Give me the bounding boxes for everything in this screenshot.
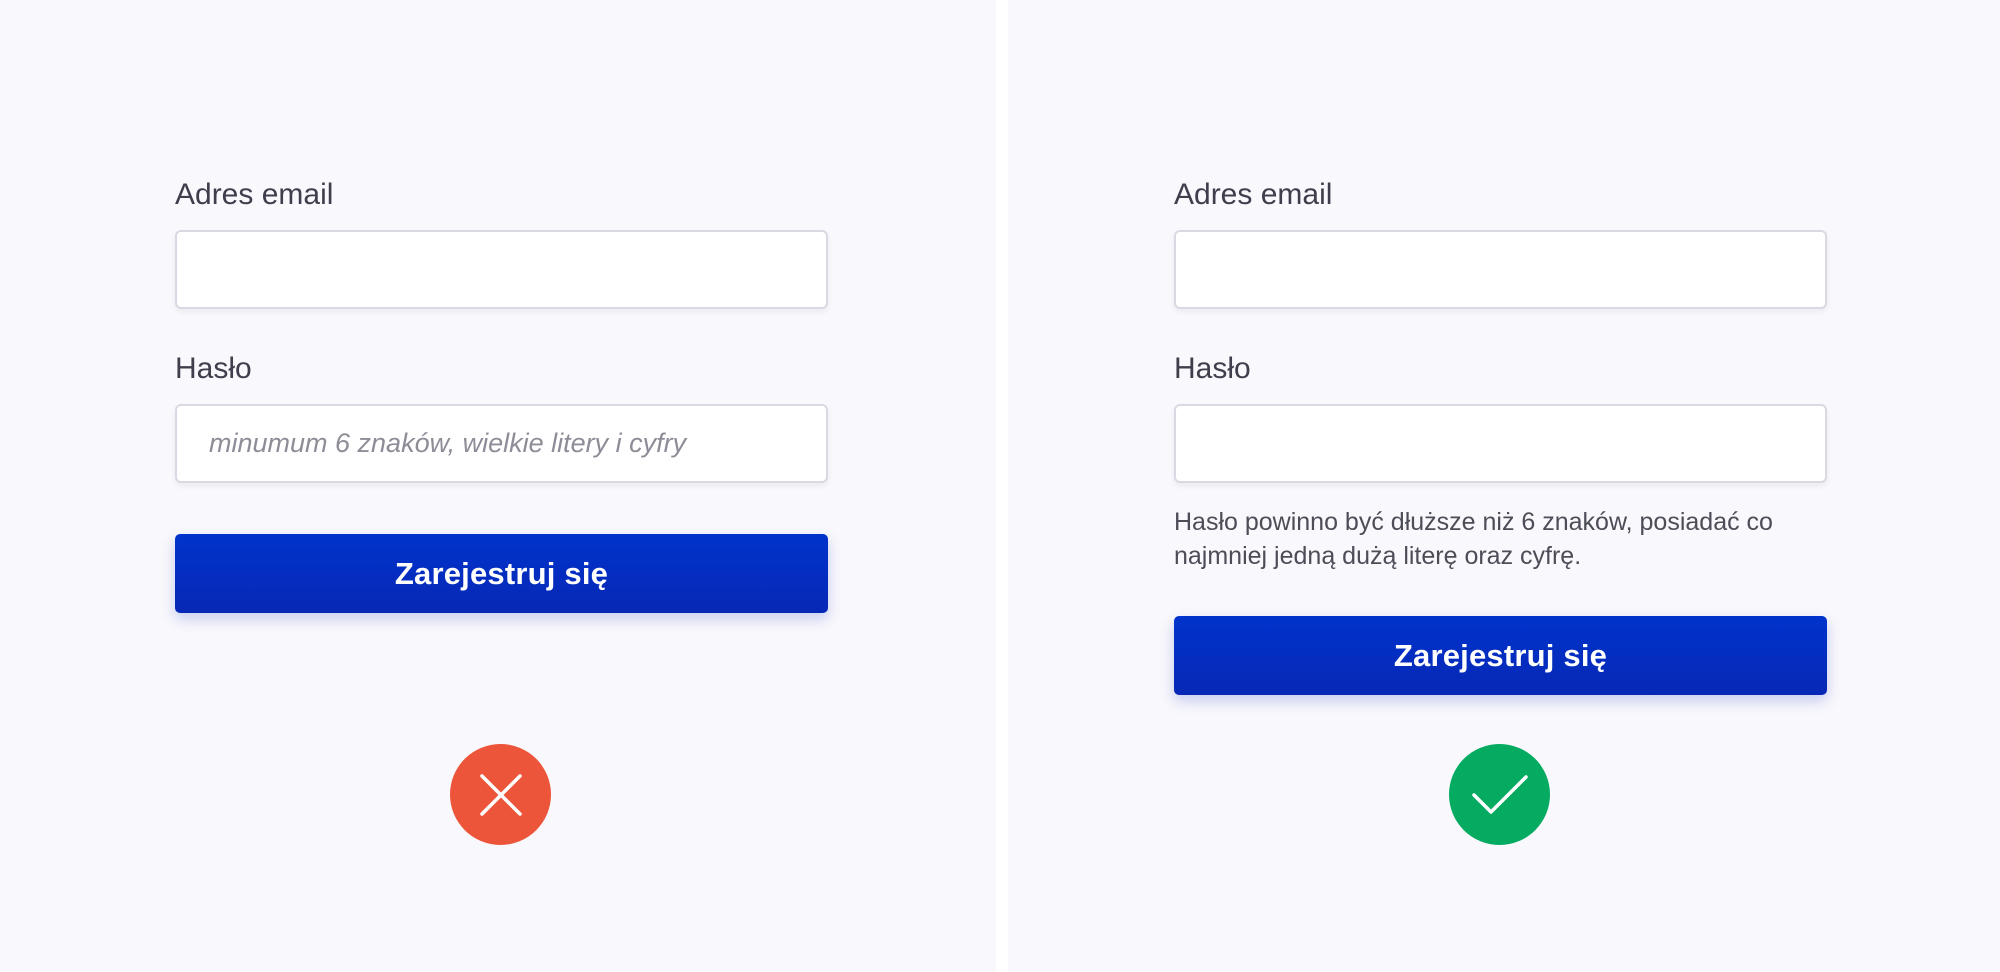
close-icon <box>450 744 551 845</box>
email-label: Adres email <box>1174 178 1333 211</box>
register-button[interactable]: Zarejestruj się <box>175 534 828 613</box>
password-label: Hasło <box>175 352 252 385</box>
check-icon <box>1449 744 1550 845</box>
email-field[interactable] <box>1174 230 1827 309</box>
password-hint: Hasło powinno być dłuższe niż 6 znaków, … <box>1174 508 1773 570</box>
password-field[interactable] <box>1174 404 1827 483</box>
bad-example-panel: Adres email Hasło minumum 6 znaków, wiel… <box>0 0 996 972</box>
password-label: Hasło <box>1174 352 1251 385</box>
email-label: Adres email <box>175 178 334 211</box>
good-example-panel: Adres email Hasło Hasło powinno być dłuż… <box>1008 0 2000 972</box>
password-field[interactable]: minumum 6 znaków, wielkie litery i cyfry <box>175 404 828 483</box>
password-placeholder: minumum 6 znaków, wielkie litery i cyfry <box>209 428 687 458</box>
email-field[interactable] <box>175 230 828 309</box>
register-button[interactable]: Zarejestruj się <box>1174 616 1827 695</box>
